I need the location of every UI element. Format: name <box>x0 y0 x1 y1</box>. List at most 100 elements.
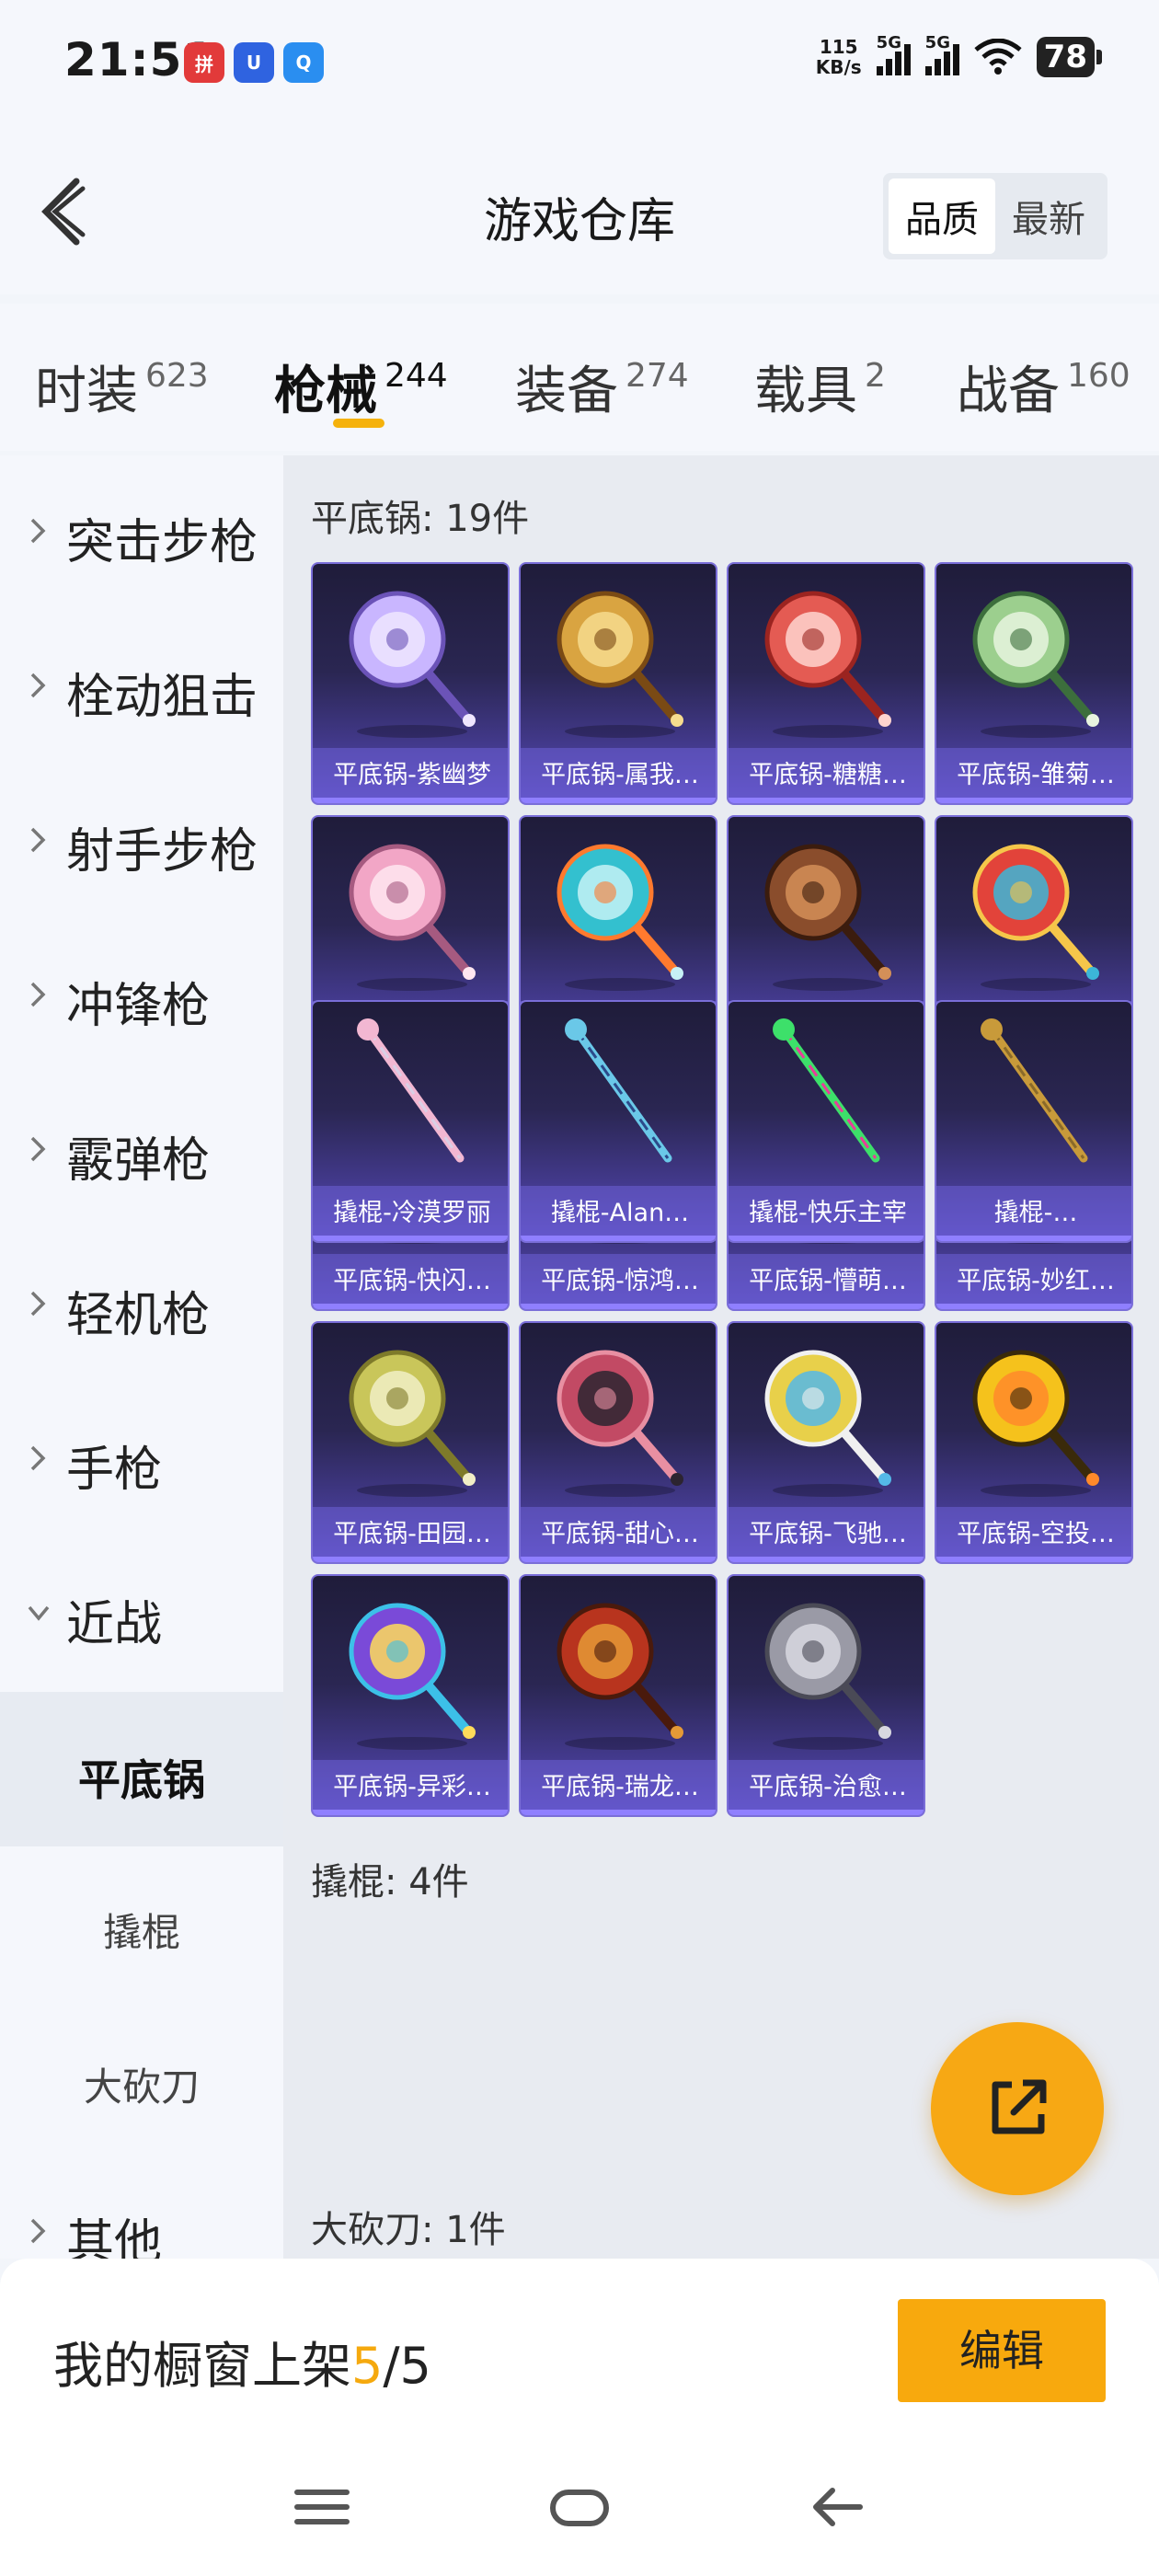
frying-pan-image <box>349 1603 476 1750</box>
item-name: 平底锅-糖糖… <box>729 748 924 803</box>
frying-pan-image <box>349 591 476 738</box>
sidebar-item-label: 轻机枪 <box>66 1288 211 1343</box>
item-card[interactable]: 撬棍-快乐主宰 <box>727 1000 925 1243</box>
sidebar-item-melee[interactable]: 近战 <box>0 1537 283 1692</box>
tab-fashion[interactable]: 时装 623 <box>35 350 209 424</box>
signal-label: 5G <box>876 33 901 52</box>
app-notification-icon: Q <box>283 42 324 83</box>
item-name: 平底锅-田园… <box>313 1507 508 1562</box>
menu-icon[interactable] <box>290 2479 354 2535</box>
edit-button[interactable]: 编辑 <box>898 2299 1106 2402</box>
showcase-label: 我的橱窗上架 <box>53 2337 351 2395</box>
item-name: 撬棍-Alan… <box>521 1186 716 1241</box>
share-button[interactable] <box>931 2022 1104 2195</box>
battery-icon: 78 <box>1036 37 1103 77</box>
network-speed-unit: KB/s <box>815 56 862 78</box>
chevron-right-icon <box>30 1136 46 1162</box>
item-card[interactable]: 撬棍-Alan… <box>519 1000 717 1243</box>
system-nav-bar <box>0 2443 1159 2576</box>
tab-count: 244 <box>384 357 448 395</box>
signal-icon: 5G <box>876 33 911 75</box>
item-name: 平底锅-妙红… <box>936 1254 1131 1309</box>
sidebar-item-lmg[interactable]: 轻机枪 <box>0 1228 283 1383</box>
sidebar-item-label: 手枪 <box>66 1443 163 1498</box>
chevron-right-icon <box>30 982 46 1007</box>
sidebar-item-assault-rifle[interactable]: 突击步枪 <box>0 455 283 610</box>
item-name: 平底锅-懵萌… <box>729 1254 924 1309</box>
item-card[interactable]: 平底锅-紫幽梦 <box>311 562 510 805</box>
item-card[interactable]: 平底锅-甜心… <box>519 1321 717 1564</box>
showcase-current-count: 5 <box>351 2337 384 2395</box>
item-name: 撬棍-冷漠罗丽 <box>313 1186 508 1241</box>
frying-pan-image <box>764 1350 891 1497</box>
sort-toggle: 品质 最新 <box>883 173 1107 259</box>
tab-label: 时装 <box>35 362 138 421</box>
crowbar-image <box>357 1018 465 1163</box>
frying-pan-image <box>972 591 1099 738</box>
chevron-right-icon <box>30 1291 46 1317</box>
app-notification-icon: U <box>234 42 274 83</box>
showcase-bar: 我的橱窗上架5/5 编辑 <box>0 2259 1159 2443</box>
tab-count: 2 <box>865 357 886 395</box>
item-name: 平底锅-治愈… <box>729 1760 924 1815</box>
sidebar-item-smg[interactable]: 冲锋枪 <box>0 919 283 1074</box>
sort-latest-button[interactable]: 最新 <box>995 178 1102 254</box>
item-card[interactable]: 平底锅-异彩… <box>311 1574 510 1817</box>
item-name: 平底锅-紫幽梦 <box>313 748 508 803</box>
item-name: 平底锅-瑞龙… <box>521 1760 716 1815</box>
sidebar-subitem-frying-pan[interactable]: 平底锅 <box>0 1692 283 1846</box>
showcase-total-count: /5 <box>383 2337 431 2395</box>
sidebar-item-label: 突击步枪 <box>66 515 258 570</box>
wifi-icon <box>974 39 1022 75</box>
item-card[interactable]: 平底锅-飞驰… <box>727 1321 925 1564</box>
section-title: 撬棍: 4件 <box>311 1861 469 1903</box>
frying-pan-image <box>764 1603 891 1750</box>
sidebar-subitem-crowbar[interactable]: 撬棍 <box>0 1846 283 2001</box>
sidebar-item-pistol[interactable]: 手枪 <box>0 1383 283 1537</box>
sort-quality-button[interactable]: 品质 <box>889 178 995 254</box>
status-bar: 21:51 拼 U Q 115 KB/s 5G 5G 78 <box>0 0 1159 129</box>
tab-count: 274 <box>625 357 689 395</box>
crowbar-image <box>565 1018 672 1163</box>
sidebar-item-shotgun[interactable]: 霰弹枪 <box>0 1074 283 1228</box>
sidebar-item-bolt-sniper[interactable]: 栓动狙击 <box>0 610 283 765</box>
sidebar-item-label: 近战 <box>66 1597 163 1652</box>
back-icon[interactable] <box>805 2479 869 2535</box>
item-card[interactable]: 平底锅-糖糖… <box>727 562 925 805</box>
item-name: 平底锅-惊鸿… <box>521 1254 716 1309</box>
item-card[interactable]: 平底锅-田园… <box>311 1321 510 1564</box>
frying-pan-image <box>764 844 891 991</box>
app-notification-icon: 拼 <box>184 42 224 83</box>
frying-pan-image <box>764 591 891 738</box>
tab-label: 战备 <box>957 362 1060 421</box>
category-tabs: 时装 623 枪械 244 装备 274 载具 2 战备 160 <box>0 304 1159 451</box>
item-card[interactable]: 撬棍-… <box>935 1000 1133 1243</box>
item-grid: 平底锅: 19件 平底锅-紫幽梦 平底锅-属我… 平底锅-糖糖… 平底锅-雏菊… 平底锅… <box>283 455 1159 2259</box>
tab-vehicles[interactable]: 载具 2 <box>754 350 886 424</box>
item-card[interactable]: 平底锅-空投… <box>935 1321 1133 1564</box>
item-card[interactable]: 平底锅-治愈… <box>727 1574 925 1817</box>
chevron-right-icon <box>30 1445 46 1471</box>
signal-label: 5G <box>924 33 950 52</box>
share-export-icon <box>992 2079 1047 2134</box>
sidebar-subitem-machete[interactable]: 大砍刀 <box>0 2001 283 2156</box>
tab-equipment[interactable]: 装备 274 <box>515 350 689 424</box>
tab-firearms[interactable]: 枪械 244 <box>274 350 448 424</box>
frying-pan-image <box>557 591 683 738</box>
frying-pan-image <box>972 844 1099 991</box>
frying-pan-image <box>349 844 476 991</box>
item-card[interactable]: 平底锅-雏菊… <box>935 562 1133 805</box>
item-name: 撬棍-… <box>936 1186 1131 1241</box>
frying-pan-image <box>972 1350 1099 1497</box>
sidebar-item-label: 霰弹枪 <box>66 1133 211 1189</box>
item-card[interactable]: 平底锅-瑞龙… <box>519 1574 717 1817</box>
tab-label: 枪械 <box>274 362 377 421</box>
active-tab-indicator <box>333 419 384 428</box>
sidebar-item-label: 冲锋枪 <box>66 979 211 1034</box>
item-card[interactable]: 平底锅-属我… <box>519 562 717 805</box>
tab-supplies[interactable]: 战备 160 <box>957 350 1130 424</box>
network-speed: 115 KB/s <box>816 37 862 77</box>
sidebar-item-marksman-rifle[interactable]: 射手步枪 <box>0 765 283 919</box>
home-icon[interactable] <box>547 2479 612 2535</box>
item-card[interactable]: 撬棍-冷漠罗丽 <box>311 1000 510 1243</box>
